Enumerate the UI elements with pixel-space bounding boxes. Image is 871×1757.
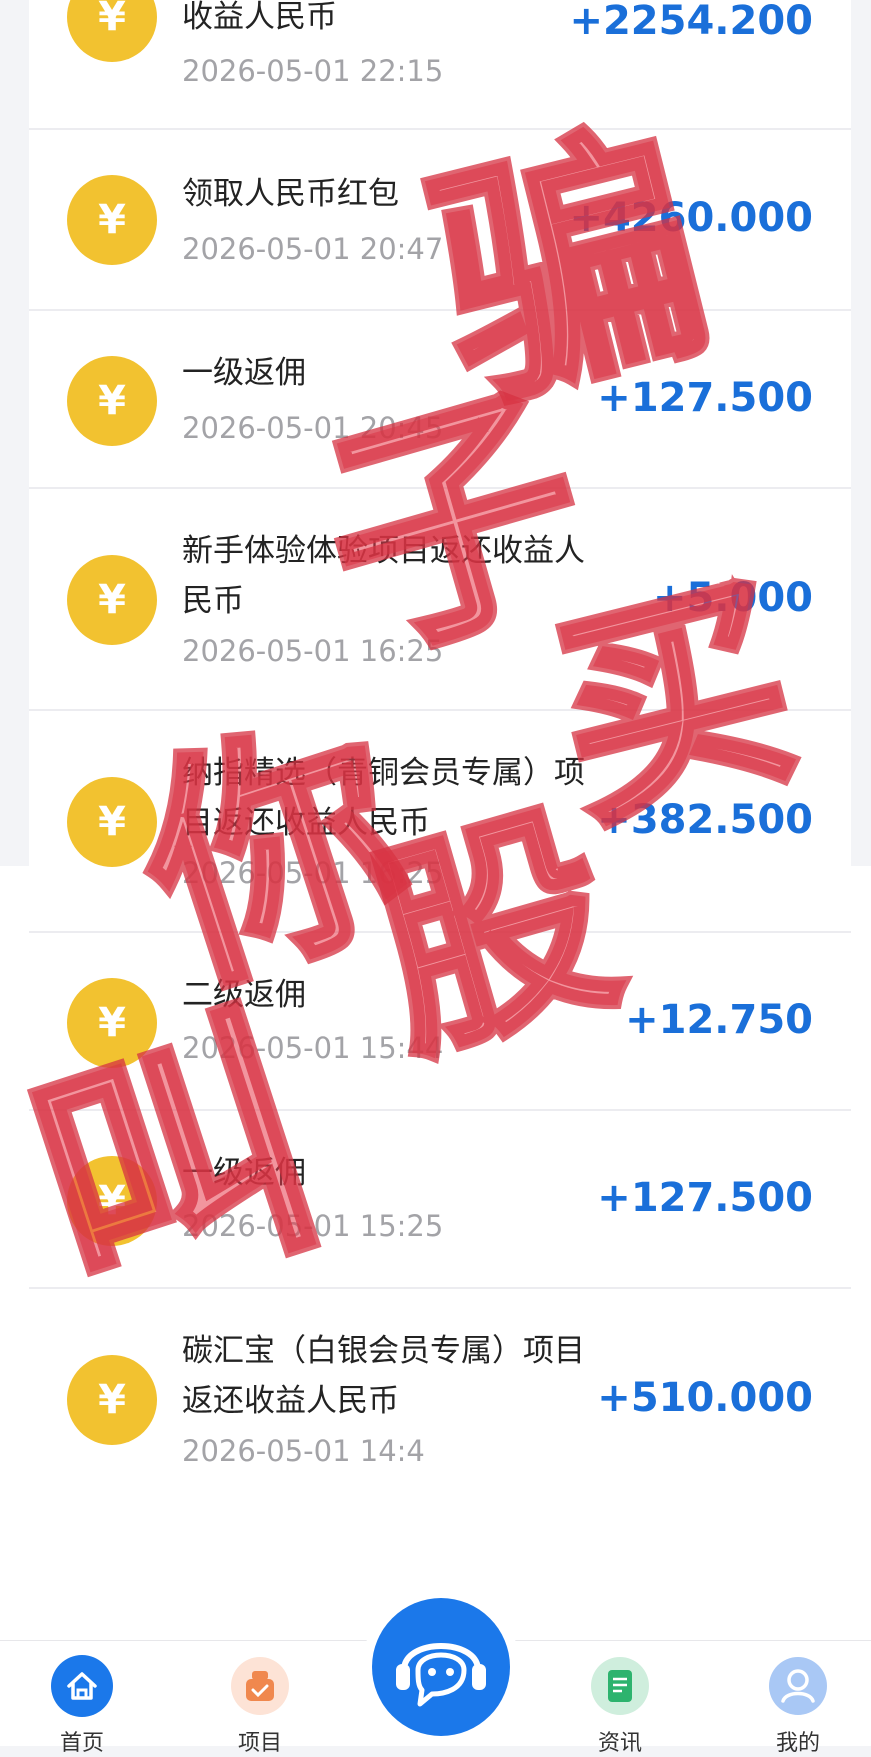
transaction-time: 2026-05-01 20:45 bbox=[182, 411, 444, 445]
transaction-title: 新手体验体验项目返还收益人民币 bbox=[182, 533, 585, 619]
transaction-title: 纳指精选（青铜会员专属）项目返还收益人民币 bbox=[182, 755, 585, 841]
tab-mine[interactable]: 我的 bbox=[738, 1655, 858, 1757]
profile-icon bbox=[767, 1655, 829, 1717]
customer-service-button[interactable] bbox=[372, 1598, 510, 1736]
tab-label: 资讯 bbox=[597, 1731, 642, 1756]
yuan-coin-icon: ¥ bbox=[67, 356, 157, 446]
transaction-amount: +127.500 bbox=[597, 1175, 813, 1221]
transaction-title: 二级返佣 bbox=[182, 977, 306, 1013]
transaction-title: 领取人民币红包 bbox=[182, 176, 399, 212]
transaction-title: 碳汇宝（白银会员专属）项目返还收益人民币 bbox=[182, 1333, 585, 1419]
transaction-row[interactable]: ¥ 纳指精选（青铜会员专属）项目返还收益人民币 2026-05-01 16:25… bbox=[29, 711, 851, 933]
yuan-coin-icon: ¥ bbox=[67, 0, 157, 62]
tab-news[interactable]: 资讯 bbox=[560, 1655, 680, 1757]
tab-home[interactable]: 首页 bbox=[22, 1655, 142, 1757]
transaction-row[interactable]: ¥ 碳汇宝（白银会员专属）项目返还收益人民币 2026-05-01 14:4 +… bbox=[29, 1289, 851, 1489]
customer-service-icon bbox=[396, 1643, 486, 1707]
yuan-coin-icon: ¥ bbox=[67, 978, 157, 1068]
transaction-row[interactable]: ¥ 领取人民币红包 2026-05-01 20:47 +4260.000 bbox=[29, 130, 851, 311]
news-icon bbox=[589, 1655, 651, 1717]
transaction-time: 2026-05-01 16:25 bbox=[182, 634, 444, 668]
transaction-amount: +5.000 bbox=[652, 575, 813, 621]
project-bag-icon bbox=[229, 1655, 291, 1717]
transaction-title: 一级返佣 bbox=[182, 1155, 306, 1191]
transaction-amount: +12.750 bbox=[625, 997, 813, 1043]
yuan-coin-icon: ¥ bbox=[67, 1156, 157, 1246]
transaction-row[interactable]: ¥ 新手体验体验项目返还收益人民币 2026-05-01 16:25 +5.00… bbox=[29, 489, 851, 711]
transaction-row[interactable]: ¥ 一级返佣 2026-05-01 20:45 +127.500 bbox=[29, 311, 851, 489]
transaction-title: 收益人民币 bbox=[182, 0, 337, 35]
transaction-amount: +4260.000 bbox=[569, 195, 813, 241]
yuan-coin-icon: ¥ bbox=[67, 555, 157, 645]
transaction-amount: +510.000 bbox=[597, 1375, 813, 1421]
transaction-time: 2026-05-01 15:44 bbox=[182, 1031, 444, 1065]
transaction-row[interactable]: ¥ 收益人民币 2026-05-01 22:15 +2254.200 bbox=[29, 0, 851, 130]
transaction-amount: +127.500 bbox=[597, 375, 813, 421]
transaction-amount: +382.500 bbox=[597, 797, 813, 843]
transaction-row[interactable]: ¥ 二级返佣 2026-05-01 15:44 +12.750 bbox=[29, 933, 851, 1111]
tab-label: 项目 bbox=[237, 1731, 282, 1756]
yuan-coin-icon: ¥ bbox=[67, 1355, 157, 1445]
tab-label: 我的 bbox=[775, 1731, 820, 1756]
tab-label: 首页 bbox=[59, 1731, 104, 1756]
yuan-coin-icon: ¥ bbox=[67, 777, 157, 867]
transaction-row[interactable]: ¥ 一级返佣 2026-05-01 15:25 +127.500 bbox=[29, 1111, 851, 1289]
transaction-time: 2026-05-01 16:25 bbox=[182, 856, 444, 890]
tab-projects[interactable]: 项目 bbox=[200, 1655, 320, 1757]
transaction-time: 2026-05-01 20:47 bbox=[182, 232, 444, 266]
transaction-time: 2026-05-01 22:15 bbox=[182, 54, 444, 88]
yuan-coin-icon: ¥ bbox=[67, 175, 157, 265]
transaction-title: 一级返佣 bbox=[182, 355, 306, 391]
transaction-list: ¥ 收益人民币 2026-05-01 22:15 +2254.200 ¥ 领取人… bbox=[29, 0, 851, 1489]
transaction-amount: +2254.200 bbox=[569, 0, 813, 44]
transaction-time: 2026-05-01 14:4 bbox=[182, 1434, 425, 1468]
home-icon bbox=[51, 1655, 113, 1717]
transaction-time: 2026-05-01 15:25 bbox=[182, 1209, 444, 1243]
